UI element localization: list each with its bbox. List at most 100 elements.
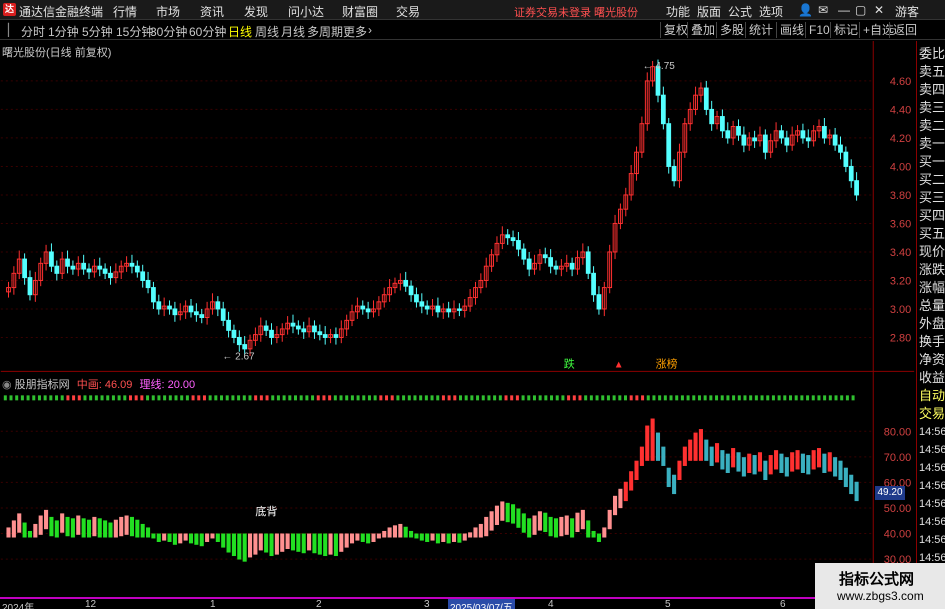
indicator-bar	[634, 460, 639, 481]
close-icon[interactable]: ✕	[874, 3, 884, 17]
signal-dot	[470, 395, 474, 401]
rp-earnings[interactable]: 收益	[919, 369, 945, 387]
menu-wealth[interactable]: 财富圈	[342, 3, 378, 20]
menu-market[interactable]: 市场	[156, 3, 180, 20]
signal-dot	[259, 395, 263, 401]
rp-outer[interactable]: 外盘	[919, 315, 945, 333]
rp-buy2[interactable]: 买二	[919, 171, 945, 189]
menu-quotes[interactable]: 行情	[113, 3, 137, 20]
rp-time: 14:56	[919, 480, 945, 492]
candle-down	[22, 258, 27, 279]
price-tick-label: 2.80	[890, 332, 911, 344]
menu-layout[interactable]: 版面	[697, 3, 721, 20]
toolbar-mark[interactable]: 标记	[830, 22, 861, 38]
rp-sell3[interactable]: 卖三	[919, 99, 945, 117]
period-multi[interactable]: 多周期	[307, 23, 343, 40]
rp-time: 14:56	[919, 498, 945, 510]
user-icon[interactable]: 👤	[798, 3, 813, 17]
time-axis-label: 3	[424, 599, 430, 609]
period-15min[interactable]: 15分钟	[116, 23, 153, 40]
period-5min[interactable]: 5分钟	[82, 23, 113, 40]
signal-dot	[493, 395, 497, 401]
candle-down	[199, 314, 205, 319]
toolbar-draw[interactable]: 画线	[776, 22, 807, 38]
candle-down	[97, 265, 103, 270]
period-timeshare[interactable]: 分时	[21, 23, 45, 40]
signal-dot	[60, 395, 64, 401]
indicator-bar	[355, 533, 360, 541]
price-tick-label: 4.60	[890, 76, 911, 88]
signal-dot	[851, 395, 855, 401]
candle-down	[269, 329, 274, 338]
indicator-bar	[854, 481, 859, 502]
rp-weibi[interactable]: 委比	[919, 45, 945, 63]
period-1min[interactable]: 1分钟	[48, 23, 79, 40]
indicator-bar	[446, 533, 451, 544]
rp-auto[interactable]: 自动	[919, 387, 945, 405]
signal-dot	[766, 395, 770, 401]
rp-buy1[interactable]: 买一	[919, 153, 945, 171]
chevron-right-icon[interactable]: ›	[368, 23, 372, 37]
indicator-toggle-icon[interactable]: ◉	[2, 379, 12, 391]
period-daily[interactable]: 日线	[228, 23, 252, 40]
signal-dot	[806, 395, 810, 401]
guest-label[interactable]: 游客	[895, 3, 919, 20]
rp-sell1[interactable]: 卖一	[919, 135, 945, 153]
menu-ask[interactable]: 问小达	[288, 3, 324, 20]
rp-sell5[interactable]: 卖五	[919, 63, 945, 81]
period-weekly[interactable]: 周线	[255, 23, 279, 40]
indicator-bar	[366, 533, 371, 544]
rp-buy3[interactable]: 买三	[919, 189, 945, 207]
toolbar-f10[interactable]: F10	[805, 22, 833, 38]
rp-change-pct[interactable]: 涨幅	[919, 279, 945, 297]
toolbar-multistock[interactable]: 多股	[716, 22, 747, 38]
indicator-bar	[430, 533, 435, 541]
menu-function[interactable]: 功能	[666, 3, 690, 20]
candle-down	[220, 308, 226, 321]
signal-dot	[202, 395, 206, 401]
menu-news[interactable]: 资讯	[200, 3, 224, 20]
menu-discover[interactable]: 发现	[244, 3, 268, 20]
rp-net-assets[interactable]: 净资	[919, 351, 945, 369]
rp-trade[interactable]: 交易	[919, 405, 945, 423]
rp-sell2[interactable]: 卖二	[919, 117, 945, 135]
signal-dot	[737, 395, 741, 401]
period-monthly[interactable]: 月线	[281, 23, 305, 40]
signal-dot	[527, 395, 531, 401]
period-30min[interactable]: 30分钟	[150, 23, 187, 40]
rp-buy5[interactable]: 买五	[919, 225, 945, 243]
minimize-icon[interactable]: —	[838, 3, 850, 17]
indicator-bar	[741, 457, 746, 477]
toolbar-back[interactable]: 返回	[889, 22, 920, 38]
collapse-icon[interactable]: ▏	[8, 23, 17, 37]
toolbar-stats[interactable]: 统计	[745, 22, 776, 38]
watermark: 指标公式网 www.zbgs3.com	[815, 563, 945, 609]
indicator-bar	[38, 515, 43, 535]
period-60min[interactable]: 60分钟	[189, 23, 226, 40]
rp-sell4[interactable]: 卖四	[919, 81, 945, 99]
menu-formula[interactable]: 公式	[728, 3, 752, 20]
rp-price[interactable]: 现价	[919, 243, 945, 261]
menu-options[interactable]: 选项	[759, 3, 783, 20]
indicator-bar	[816, 448, 822, 468]
indicator-bar	[49, 516, 54, 537]
indicator-bar	[709, 446, 714, 466]
rp-buy4[interactable]: 买四	[919, 207, 945, 225]
candle-down	[725, 130, 731, 139]
maximize-icon[interactable]: ▢	[855, 3, 866, 17]
signal-dot	[26, 395, 30, 401]
signal-dot	[231, 395, 235, 401]
rp-volume[interactable]: 总量	[919, 297, 945, 315]
indicator-bar	[124, 515, 129, 535]
signal-dot	[55, 395, 59, 401]
mail-icon[interactable]: ✉	[818, 3, 828, 17]
indicator-bar	[103, 520, 108, 538]
kline-chart[interactable]: ← 4.75 ← 2.67 跌 涨榜 ▲ 底背 4.60 4.40 4.20 4.00 3.80 3…	[0, 41, 915, 596]
rp-change[interactable]: 涨跌	[919, 261, 945, 279]
rp-turnover[interactable]: 换手	[919, 333, 945, 351]
menu-trade[interactable]: 交易	[396, 3, 420, 20]
trade-notice[interactable]: 证券交易未登录 曙光股份	[514, 4, 638, 20]
signal-dot	[436, 395, 440, 401]
period-more[interactable]: 更多	[343, 23, 367, 40]
toolbar-overlay[interactable]: 叠加	[687, 22, 718, 38]
